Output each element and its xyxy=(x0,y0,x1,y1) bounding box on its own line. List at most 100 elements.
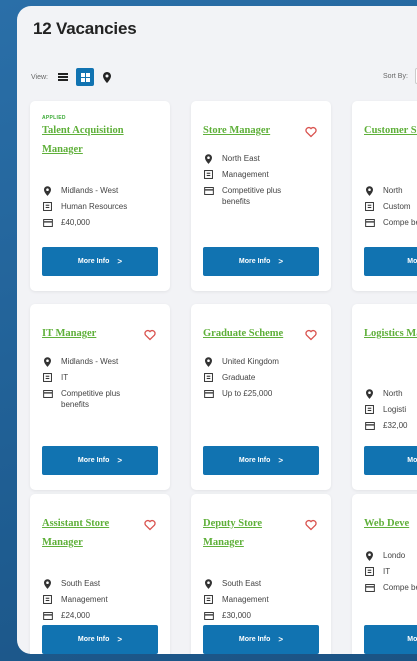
job-card: Graduate Scheme United Kingdom Graduate Up … xyxy=(191,304,331,490)
location-info-text: South East xyxy=(61,579,101,588)
category-info: Management xyxy=(203,594,302,605)
map-pin-icon xyxy=(364,550,375,561)
more-info-button[interactable]: More Info > xyxy=(203,446,319,475)
category-info-text: IT xyxy=(383,567,391,576)
salary-info-text: £32,00 xyxy=(383,421,408,430)
location-info-text: South East xyxy=(222,579,262,588)
category-info: Management xyxy=(42,594,141,605)
job-card: Deputy Store Manager South East Management… xyxy=(191,494,331,654)
location-info-text: Londo xyxy=(383,551,406,560)
job-card: Logistics Manager North Logisti £32,00 More> xyxy=(352,304,417,490)
category-info-text: Management xyxy=(61,595,108,604)
more-info-button[interactable]: More Info > xyxy=(42,247,158,276)
heart-icon[interactable] xyxy=(305,328,317,341)
category-info-text: Management xyxy=(222,170,269,179)
view-toggle: View: xyxy=(31,66,120,88)
more-info-button[interactable]: More Info > xyxy=(42,446,158,475)
sort-label: Sort By: xyxy=(383,73,408,80)
job-title-link[interactable]: Deputy Store Manager xyxy=(203,514,298,552)
more-info-button[interactable]: More> xyxy=(364,247,417,276)
heart-icon[interactable] xyxy=(305,125,317,138)
chevron-right-icon: > xyxy=(278,635,284,644)
location-info-text: Midlands - West xyxy=(61,186,119,195)
job-title-link[interactable]: Web Deve xyxy=(364,514,417,533)
map-view-button[interactable] xyxy=(98,68,116,86)
salary-info-text: Competitive plus benefits xyxy=(61,389,121,409)
briefcase-icon xyxy=(364,201,375,212)
category-info: IT xyxy=(42,372,141,383)
job-title-link[interactable]: Talent Acquisition Manager xyxy=(42,121,137,159)
more-info-label: More Info xyxy=(77,636,110,643)
chevron-right-icon: > xyxy=(117,635,123,644)
location-info: North East xyxy=(203,153,302,164)
more-info-button[interactable]: More Info > xyxy=(203,247,319,276)
grid-icon xyxy=(80,72,90,82)
salary-info: £30,000 xyxy=(203,610,302,621)
salary-info-text: Competitive plus benefits xyxy=(222,186,282,206)
job-card: Web Deve Londo IT Compe benefi More> xyxy=(352,494,417,654)
view-label: View: xyxy=(31,73,48,81)
heart-icon[interactable] xyxy=(144,518,156,531)
briefcase-icon xyxy=(364,404,375,415)
credit-card-icon xyxy=(42,217,53,228)
salary-info-text: £30,000 xyxy=(222,611,251,620)
more-info-button[interactable]: More> xyxy=(364,625,417,654)
more-info-label: More Info xyxy=(238,457,271,464)
location-info: United Kingdom xyxy=(203,356,302,367)
category-info: Human Resources xyxy=(42,201,141,212)
list-icon xyxy=(58,73,68,81)
salary-info-text: Compe benefi xyxy=(383,583,417,592)
location-info-text: Midlands - West xyxy=(61,357,119,366)
briefcase-icon xyxy=(203,372,214,383)
job-title-link[interactable]: Graduate Scheme xyxy=(203,324,298,343)
briefcase-icon xyxy=(42,594,53,605)
location-info-text: North xyxy=(383,186,403,195)
map-pin-icon xyxy=(364,185,375,196)
salary-info: £40,000 xyxy=(42,217,141,228)
location-info: South East xyxy=(203,578,302,589)
heart-icon[interactable] xyxy=(144,328,156,341)
location-info: South East xyxy=(42,578,141,589)
map-pin-icon xyxy=(203,356,214,367)
more-info-button[interactable]: More Info > xyxy=(203,625,319,654)
job-title-link[interactable]: IT Manager xyxy=(42,324,137,343)
map-pin-icon xyxy=(364,388,375,399)
job-title-link[interactable]: Assistant Store Manager xyxy=(42,514,137,552)
more-info-label: More xyxy=(407,636,417,643)
vacancies-panel: 12 Vacancies View: Sort By: APPLIED Talen… xyxy=(17,6,417,654)
job-card: Customer Service A North Custom Compe benef… xyxy=(352,101,417,291)
more-info-button[interactable]: More> xyxy=(364,446,417,475)
salary-info-text: Up to £25,000 xyxy=(222,389,273,398)
list-view-button[interactable] xyxy=(54,68,72,86)
credit-card-icon xyxy=(203,185,214,196)
map-pin-icon xyxy=(42,578,53,589)
location-info-text: United Kingdom xyxy=(222,357,279,366)
job-title-link[interactable]: Logistics Manager xyxy=(364,324,417,343)
location-info: Londo xyxy=(364,550,417,561)
location-info: North xyxy=(364,185,417,196)
category-info-text: Custom xyxy=(383,202,411,211)
salary-info: £32,00 xyxy=(364,420,417,431)
category-info: Logisti xyxy=(364,404,417,415)
heart-icon[interactable] xyxy=(305,518,317,531)
credit-card-icon xyxy=(42,388,53,399)
map-pin-icon xyxy=(42,185,53,196)
salary-info: Compe benefit xyxy=(364,217,417,228)
job-title-link[interactable]: Store Manager xyxy=(203,121,298,140)
grid-view-button[interactable] xyxy=(76,68,94,86)
credit-card-icon xyxy=(42,610,53,621)
category-info: IT xyxy=(364,566,417,577)
chevron-right-icon: > xyxy=(117,456,123,465)
salary-info: Compe benefi xyxy=(364,582,417,593)
map-pin-icon xyxy=(203,578,214,589)
location-info-text: North East xyxy=(222,154,260,163)
category-info: Management xyxy=(203,169,302,180)
more-info-button[interactable]: More Info > xyxy=(42,625,158,654)
job-title-link[interactable]: Customer Service A xyxy=(364,121,417,140)
chevron-right-icon: > xyxy=(117,257,123,266)
location-info: North xyxy=(364,388,417,399)
category-info-text: Human Resources xyxy=(61,202,128,211)
location-info-text: North xyxy=(383,389,403,398)
location-info: Midlands - West xyxy=(42,356,141,367)
category-info: Custom xyxy=(364,201,417,212)
